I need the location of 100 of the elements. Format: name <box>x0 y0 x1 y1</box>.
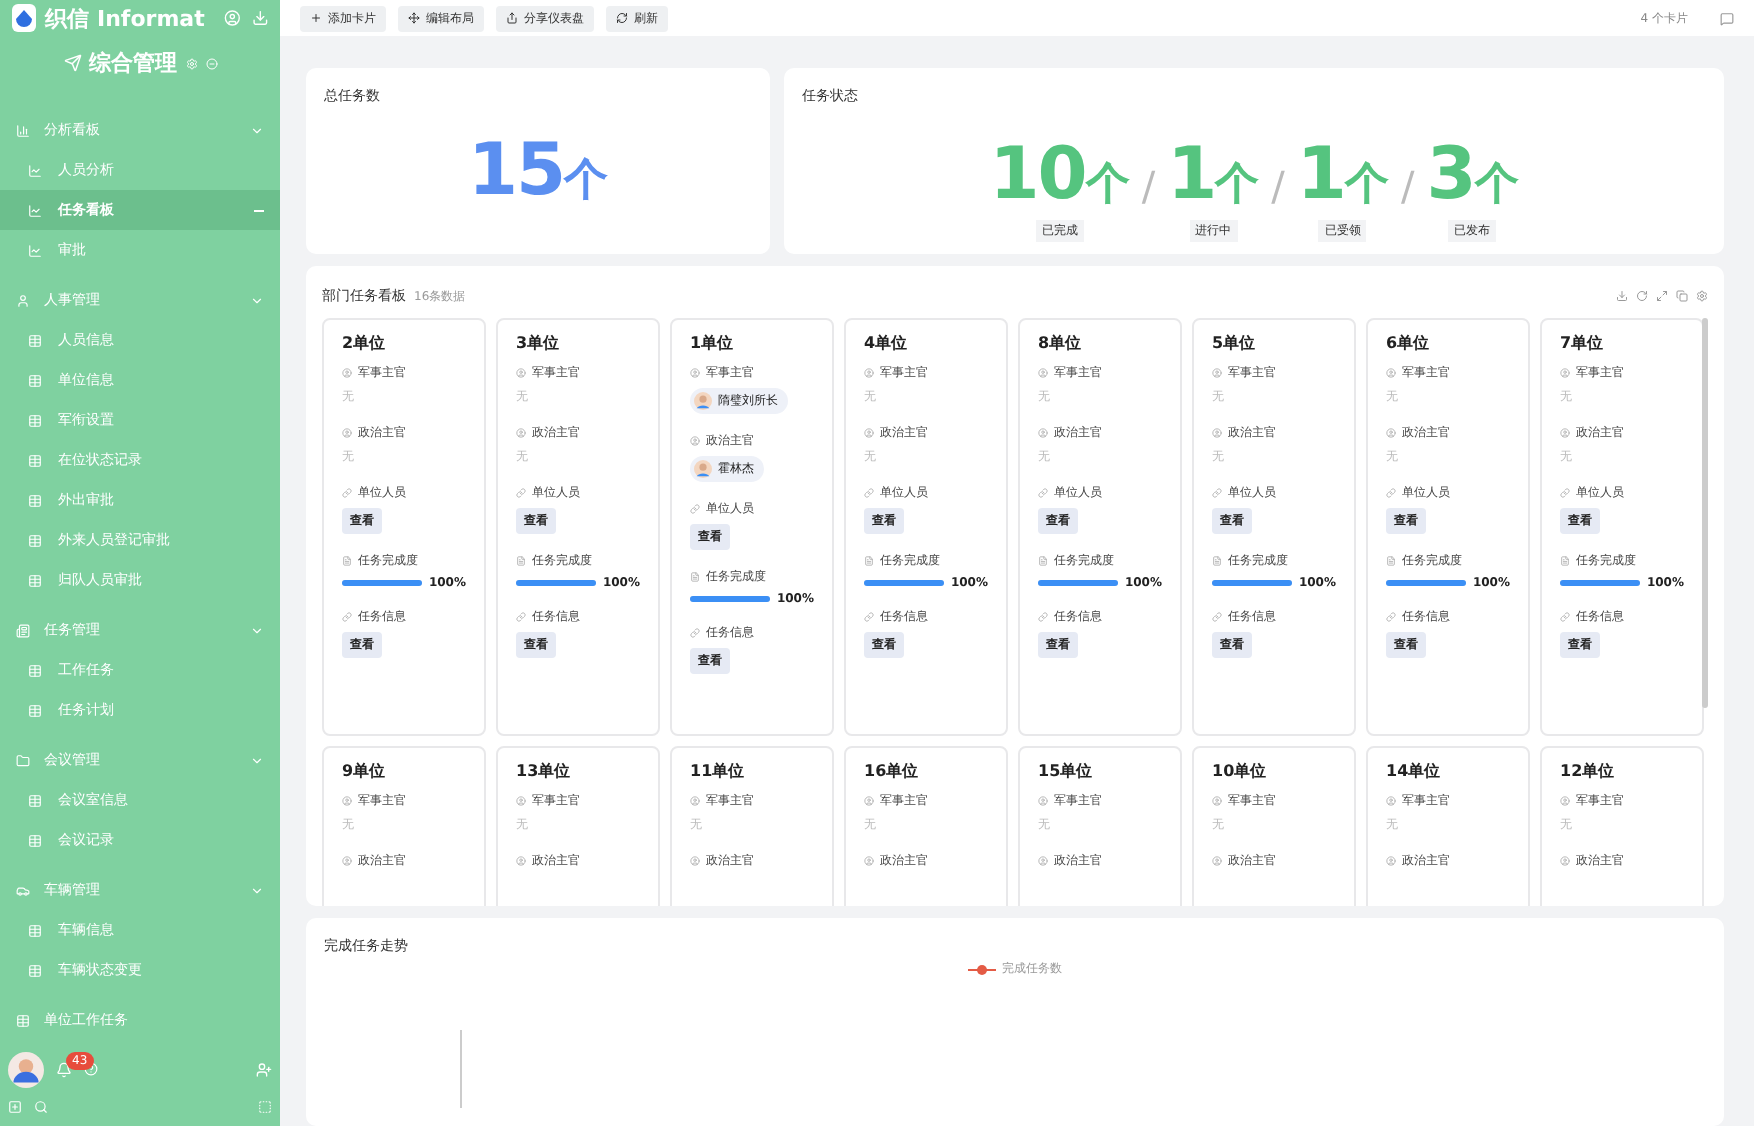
progress-track <box>690 596 771 602</box>
download-icon[interactable] <box>251 8 268 28</box>
search-icon[interactable] <box>34 1100 48 1114</box>
table-icon <box>28 373 42 387</box>
progress-track <box>1212 580 1293 586</box>
user-icon <box>342 368 352 378</box>
link-icon <box>516 488 526 498</box>
unit-name: 5单位 <box>1212 332 1258 354</box>
document-icon <box>1212 556 1222 566</box>
document-icon <box>1038 556 1048 566</box>
table-icon <box>28 923 42 937</box>
separator: / <box>1271 162 1285 210</box>
selected-marker <box>254 209 264 211</box>
comment-icon[interactable] <box>1720 11 1734 25</box>
unit-name: 8单位 <box>1038 332 1084 354</box>
add-icon[interactable] <box>8 1100 22 1114</box>
user-icon <box>516 368 526 378</box>
refresh-icon <box>616 12 628 24</box>
user-icon <box>864 796 874 806</box>
chevron-icon[interactable] <box>250 623 264 637</box>
separator: / <box>1400 162 1415 210</box>
move-icon <box>408 12 420 24</box>
chevron-icon[interactable] <box>250 753 264 767</box>
link-icon <box>1038 488 1048 498</box>
link-icon <box>690 504 700 514</box>
folder-icon <box>16 753 30 767</box>
newspaper-icon <box>16 623 30 637</box>
user-icon[interactable] <box>224 8 242 28</box>
brand-logo: 织信 Informat <box>45 3 205 33</box>
link-icon <box>1560 488 1570 498</box>
unit-name: 3单位 <box>516 332 562 354</box>
link-icon <box>516 612 526 622</box>
progress-track <box>864 580 945 586</box>
bar-chart-icon <box>16 123 30 137</box>
unit-label: 个 <box>564 154 609 210</box>
minus-icon[interactable] <box>205 57 217 69</box>
link-icon <box>1386 612 1396 622</box>
plus-icon <box>310 12 322 24</box>
unit-name: 1单位 <box>690 332 736 354</box>
user-icon <box>1038 856 1048 866</box>
document-icon <box>690 572 700 582</box>
refresh-icon[interactable] <box>1636 290 1648 302</box>
table-icon <box>28 833 42 847</box>
unit-name: 9单位 <box>342 760 388 782</box>
progress-track <box>1386 580 1467 586</box>
status-value: 10 <box>989 134 1086 216</box>
person-icon <box>16 293 30 307</box>
table-icon <box>28 793 42 807</box>
unit-label: 个 <box>1215 158 1260 214</box>
user-icon <box>1560 368 1570 378</box>
unit-name: 2单位 <box>342 332 388 354</box>
unit-name: 6单位 <box>1386 332 1432 354</box>
user-icon <box>1038 428 1048 438</box>
table-icon <box>28 573 42 587</box>
total-value: 15 <box>467 130 565 212</box>
chevron-icon[interactable] <box>250 293 264 307</box>
app-title: 综合管理 <box>89 48 177 78</box>
table-icon <box>28 663 42 677</box>
table-icon <box>28 493 42 507</box>
user-icon <box>1212 428 1222 438</box>
line-chart-icon <box>28 243 42 257</box>
avatar-icon <box>694 392 712 410</box>
link-icon <box>1038 612 1048 622</box>
send-icon <box>63 54 81 72</box>
user-icon <box>516 856 526 866</box>
help-icon[interactable] <box>84 1062 98 1076</box>
settings-icon[interactable] <box>1696 290 1708 302</box>
user-icon <box>690 856 700 866</box>
table-icon <box>16 1013 30 1027</box>
add-user-icon[interactable] <box>256 1061 272 1077</box>
logo-icon <box>12 4 36 32</box>
user-icon <box>690 796 700 806</box>
document-icon <box>864 556 874 566</box>
unit-name: 12单位 <box>1560 760 1617 782</box>
separator: / <box>1141 162 1156 210</box>
download-icon[interactable] <box>1616 290 1628 302</box>
user-icon <box>1560 796 1570 806</box>
link-icon <box>1212 612 1222 622</box>
bell-icon[interactable] <box>56 1061 72 1077</box>
status-value: 1 <box>1296 134 1345 216</box>
progress-track <box>516 580 597 586</box>
copy-icon[interactable] <box>1676 290 1688 302</box>
document-icon <box>516 556 526 566</box>
chevron-icon[interactable] <box>250 883 264 897</box>
document-icon <box>342 556 352 566</box>
unit-label: 个 <box>1085 158 1130 214</box>
unit-name: 13单位 <box>516 760 573 782</box>
user-icon <box>1038 368 1048 378</box>
status-value: 1 <box>1167 134 1216 216</box>
user-icon <box>1386 856 1396 866</box>
link-icon <box>864 488 874 498</box>
chevron-icon[interactable] <box>250 123 264 137</box>
user-icon <box>342 856 352 866</box>
user-icon <box>1560 428 1570 438</box>
link-icon <box>1212 488 1222 498</box>
line-chart-icon <box>28 163 42 177</box>
user-icon <box>1038 796 1048 806</box>
user-avatar[interactable] <box>8 1051 44 1087</box>
user-icon <box>1386 428 1396 438</box>
link-icon <box>342 612 352 622</box>
